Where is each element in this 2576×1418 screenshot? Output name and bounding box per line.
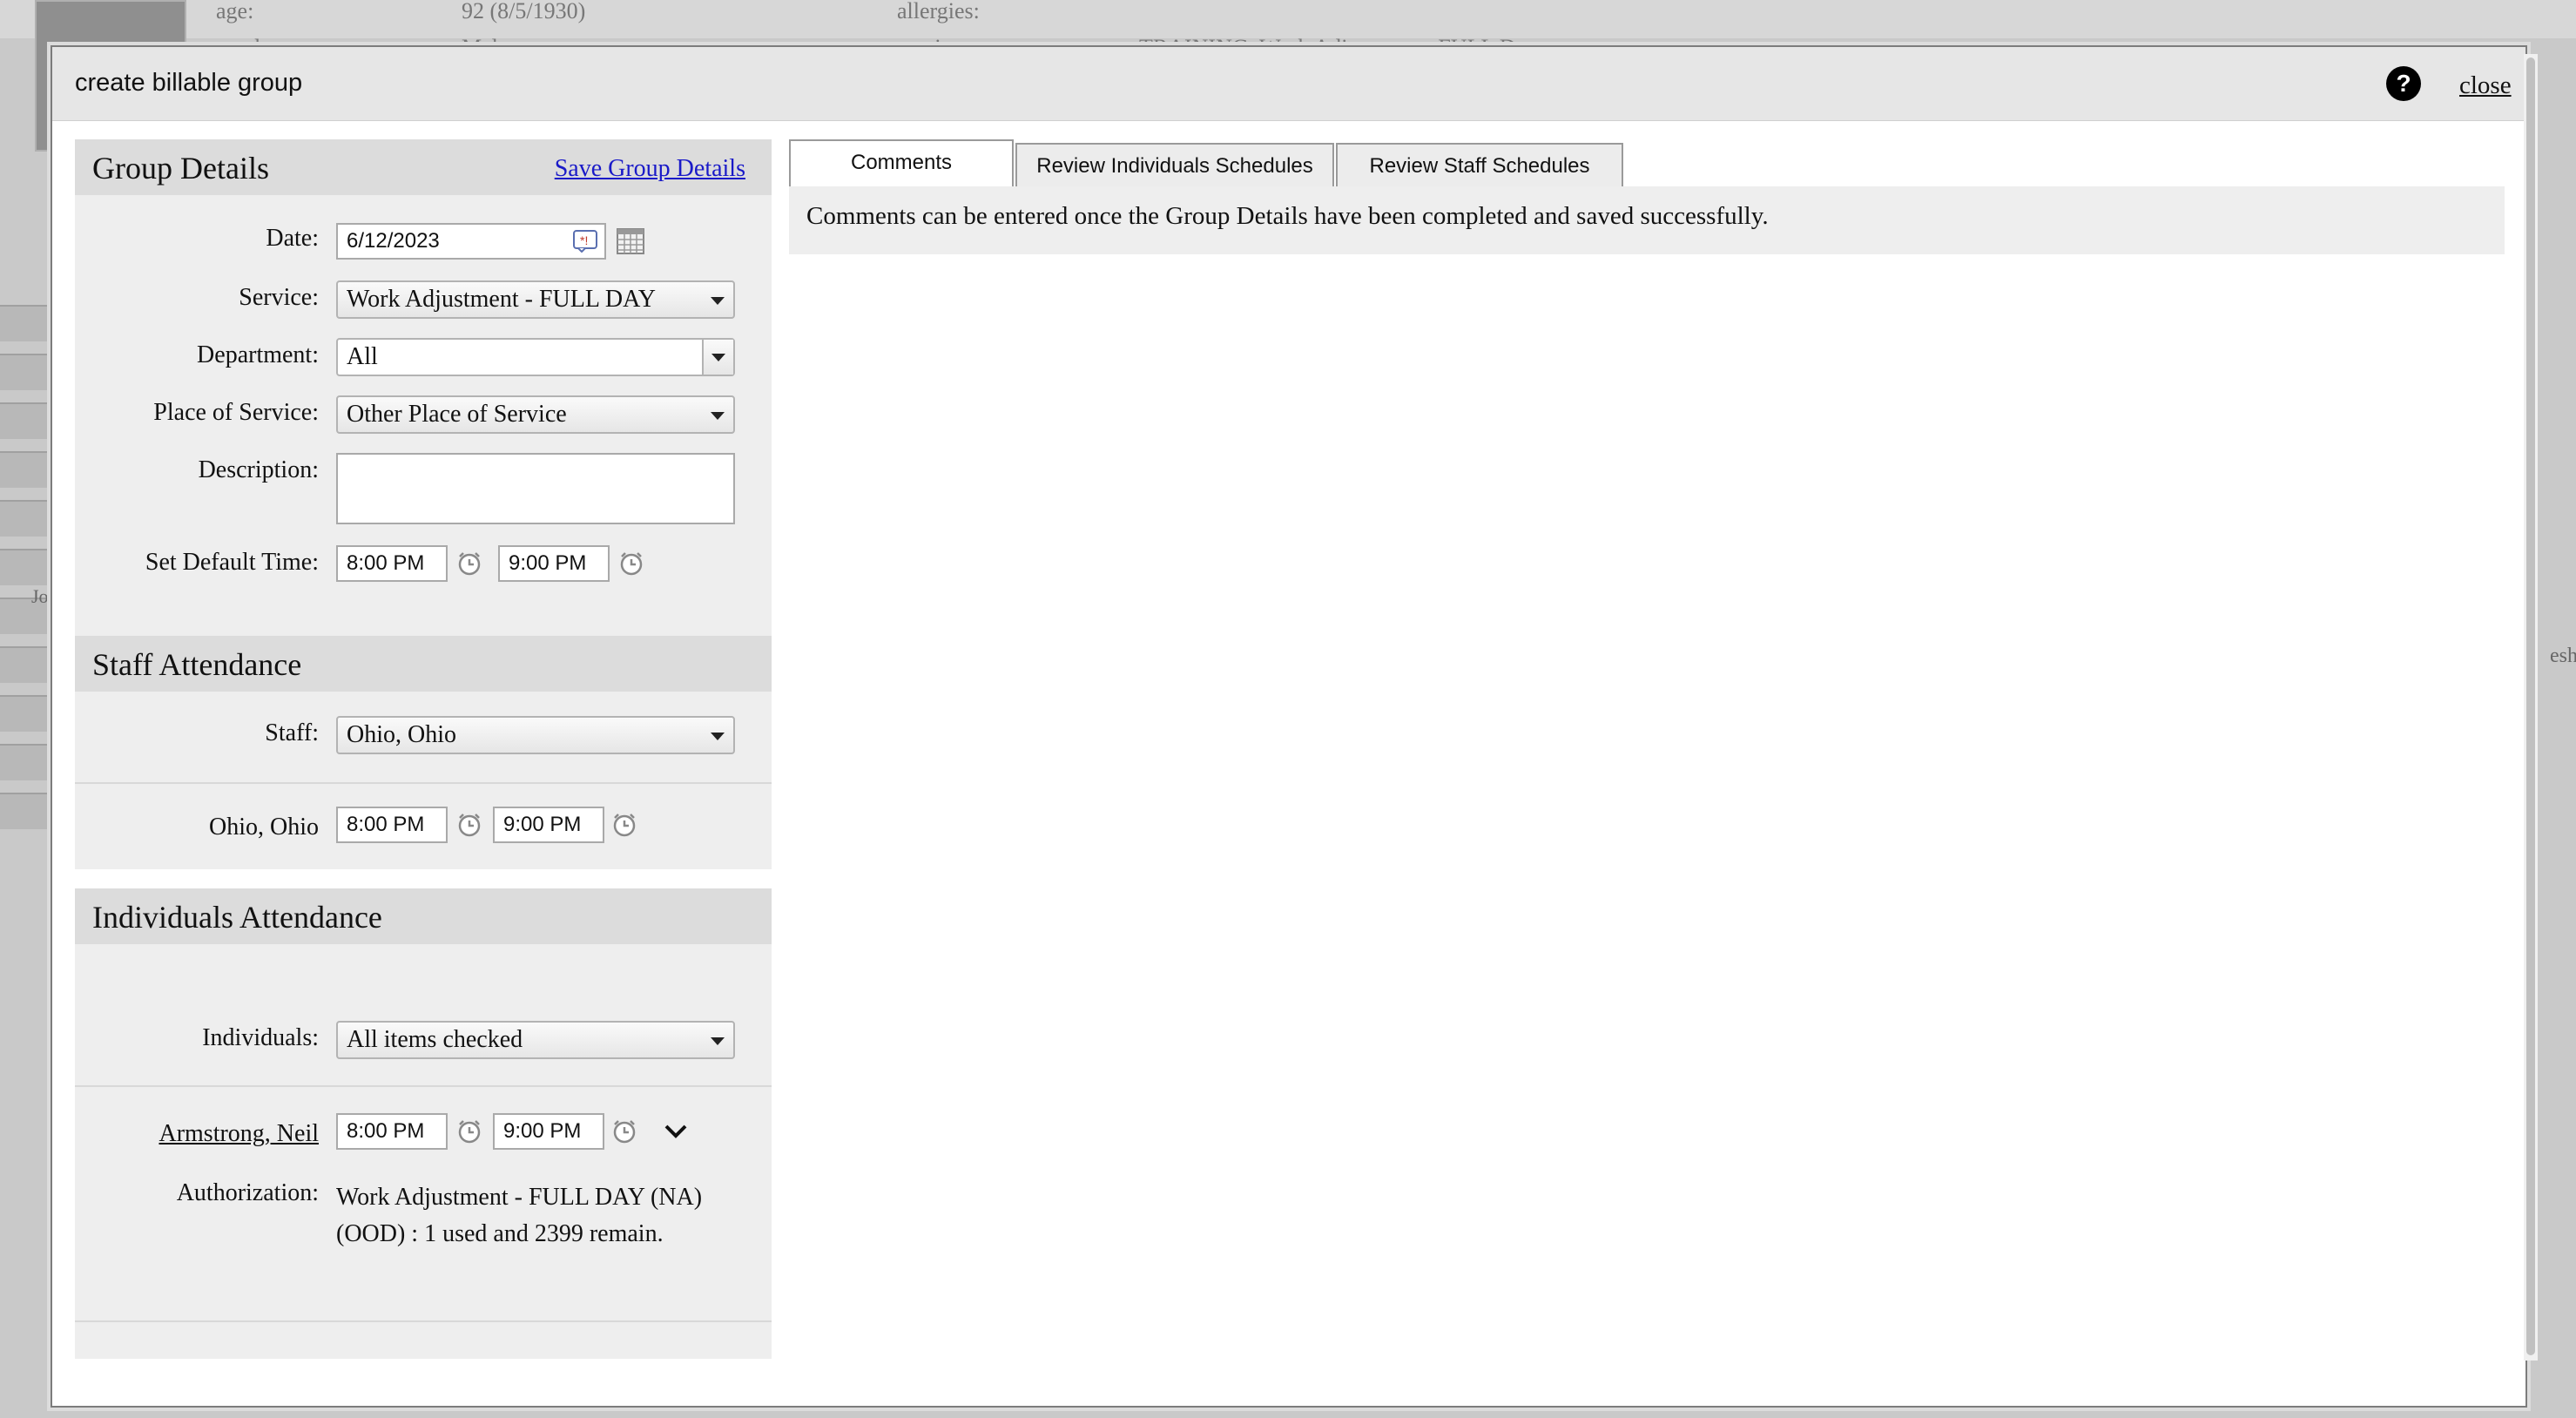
department-dropdown-button[interactable] xyxy=(702,340,733,375)
place-of-service-select[interactable]: Other Place of Service xyxy=(336,395,735,434)
clock-icon[interactable] xyxy=(456,1118,482,1145)
individuals-attendance-header: Individuals Attendance xyxy=(75,888,772,944)
scrollbar-thumb[interactable] xyxy=(2526,57,2535,1355)
calendar-icon[interactable] xyxy=(617,228,644,254)
individuals-value: All items checked xyxy=(347,1026,523,1053)
bg-age-value: 92 (8/5/1930) xyxy=(462,0,586,24)
service-label: Service: xyxy=(239,284,319,311)
service-select[interactable]: Work Adjustment - FULL DAY xyxy=(336,280,735,319)
authorization-line-1: Work Adjustment - FULL DAY (NA) xyxy=(336,1184,703,1211)
individuals-attendance-heading: Individuals Attendance xyxy=(92,900,382,935)
staff-attendance-panel: Staff Attendance Staff: Ohio, Ohio Ohio,… xyxy=(75,636,772,869)
default-start-time-input[interactable]: 8:00 PM xyxy=(336,545,448,582)
divider xyxy=(75,1085,772,1087)
staff-attendance-header: Staff Attendance xyxy=(75,636,772,692)
help-icon[interactable]: ? xyxy=(2386,66,2421,101)
department-label: Department: xyxy=(197,341,319,368)
individuals-label: Individuals: xyxy=(202,1024,319,1051)
create-billable-group-dialog: create billable group ? close Group Deta… xyxy=(51,45,2538,1408)
save-group-details-link[interactable]: Save Group Details xyxy=(555,155,745,183)
staff-attendance-heading: Staff Attendance xyxy=(92,647,302,682)
clock-icon[interactable] xyxy=(611,1118,637,1145)
date-label: Date: xyxy=(266,225,319,252)
individual-start-time-input[interactable]: 8:00 PM xyxy=(336,1113,448,1150)
date-value: 6/12/2023 xyxy=(347,229,440,253)
staff-entry-name: Ohio, Ohio xyxy=(209,814,319,841)
chevron-down-icon xyxy=(711,1037,725,1045)
group-details-panel: Group Details Save Group Details Date: 6… xyxy=(75,139,772,665)
comments-message: Comments can be entered once the Group D… xyxy=(806,202,1769,230)
staff-end-time-input[interactable]: 9:00 PM xyxy=(493,807,604,843)
staff-select[interactable]: Ohio, Ohio xyxy=(336,716,735,754)
date-input[interactable]: 6/12/2023 *! xyxy=(336,223,606,260)
bg-right-label: esh xyxy=(2550,645,2576,667)
dialog-title: create billable group xyxy=(75,69,303,97)
chevron-down-icon xyxy=(711,354,725,361)
comments-panel: Comments can be entered once the Group D… xyxy=(789,186,2505,254)
service-value: Work Adjustment - FULL DAY xyxy=(347,286,657,313)
staff-value: Ohio, Ohio xyxy=(347,721,456,748)
tab-comments[interactable]: Comments xyxy=(789,139,1014,188)
description-label: Description: xyxy=(198,456,319,483)
individuals-select[interactable]: All items checked xyxy=(336,1021,735,1059)
clock-icon[interactable] xyxy=(618,550,644,577)
clock-icon[interactable] xyxy=(456,812,482,838)
dialog-scrollbar[interactable] xyxy=(2524,54,2538,1361)
divider xyxy=(75,1320,772,1322)
department-value: All xyxy=(347,343,378,370)
place-of-service-value: Other Place of Service xyxy=(347,401,567,428)
authorization-row: Authorization: Work Adjustment - FULL DA… xyxy=(75,1179,772,1258)
chevron-down-icon xyxy=(711,412,725,420)
bg-allergies-label: allergies: xyxy=(897,0,980,24)
clock-icon[interactable] xyxy=(611,812,637,838)
svg-text:*!: *! xyxy=(580,233,588,247)
chevron-down-icon xyxy=(711,733,725,740)
individual-end-time-input[interactable]: 9:00 PM xyxy=(493,1113,604,1150)
bg-left-list xyxy=(0,305,51,862)
authorization-text: Work Adjustment - FULL DAY (NA) (OOD) : … xyxy=(336,1179,754,1253)
staff-start-time-input[interactable]: 8:00 PM xyxy=(336,807,448,843)
individual-name-link[interactable]: Armstrong, Neil xyxy=(158,1120,319,1148)
bg-age-label: age: xyxy=(216,0,254,24)
individuals-attendance-panel: Individuals Attendance Individuals: All … xyxy=(75,888,772,1359)
close-link[interactable]: close xyxy=(2459,71,2512,100)
chevron-down-icon[interactable] xyxy=(664,1122,688,1141)
date-clear-icon[interactable]: *! xyxy=(573,230,597,253)
department-combobox[interactable]: All xyxy=(336,338,735,376)
authorization-label: Authorization: xyxy=(176,1179,319,1206)
group-details-heading: Group Details xyxy=(92,151,269,186)
background-header xyxy=(0,0,2576,38)
clock-icon[interactable] xyxy=(456,550,482,577)
place-of-service-label: Place of Service: xyxy=(153,399,319,426)
staff-label: Staff: xyxy=(265,719,319,746)
bg-left-label: Jo xyxy=(31,585,49,607)
chevron-down-icon xyxy=(711,297,725,305)
tab-review-staff-schedules[interactable]: Review Staff Schedules xyxy=(1336,143,1623,188)
group-details-header: Group Details Save Group Details xyxy=(75,139,772,195)
divider xyxy=(75,782,772,784)
description-textarea[interactable] xyxy=(336,453,735,524)
default-time-label: Set Default Time: xyxy=(145,549,319,576)
tab-review-individuals-schedules[interactable]: Review Individuals Schedules xyxy=(1015,143,1334,188)
dialog-title-bar: create billable group ? close xyxy=(52,47,2525,121)
authorization-line-2: (OOD) : 1 used and 2399 remain. xyxy=(336,1220,664,1247)
default-end-time-input[interactable]: 9:00 PM xyxy=(498,545,610,582)
